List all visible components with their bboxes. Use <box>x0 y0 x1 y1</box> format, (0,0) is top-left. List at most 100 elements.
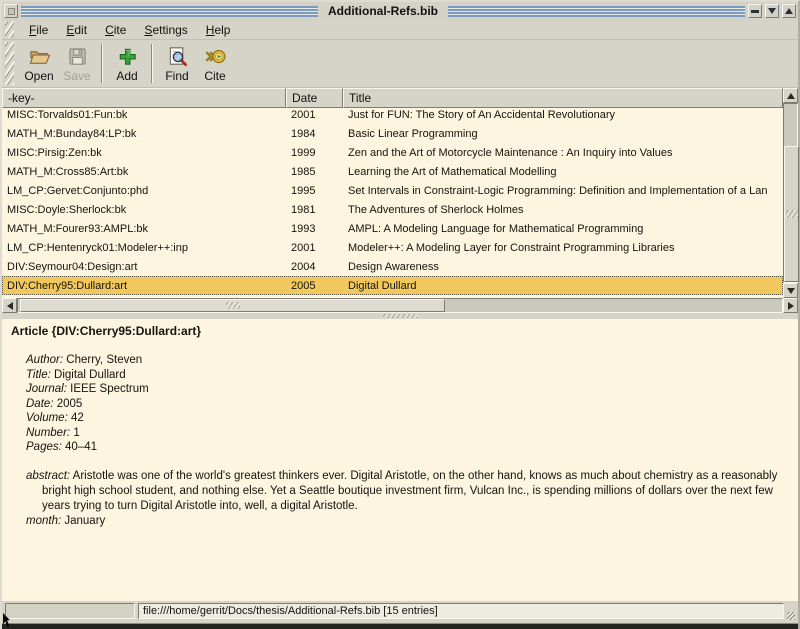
table-row[interactable]: MATH_M:Bunday84:LP:bk 1984 Basic Linear … <box>2 124 783 143</box>
scroll-down-button[interactable] <box>783 283 798 298</box>
application-window: Additional-Refs.bib FileEditCiteSettings… <box>0 0 800 629</box>
entry-field: Author: Cherry, Steven <box>26 353 789 368</box>
vertical-scroll-thumb[interactable] <box>784 146 799 282</box>
scroll-right-button[interactable] <box>783 298 798 313</box>
row-key: MISC:Doyle:Sherlock:bk <box>2 204 286 216</box>
table-row[interactable]: MISC:Torvalds01:Fun:bk 2001 Just for FUN… <box>2 108 783 124</box>
shade-button[interactable] <box>765 4 779 18</box>
entry-abstract: abstract: Aristotle was one of the world… <box>26 469 789 514</box>
find-button[interactable]: Find <box>158 41 196 86</box>
table-row[interactable]: MATH_M:Cross85:Art:bk 1985 Learning the … <box>2 162 783 181</box>
menu-item[interactable]: Edit <box>57 21 96 39</box>
field-value: 40–41 <box>65 441 97 453</box>
toolbar-separator <box>151 44 153 83</box>
window-bottom-edge <box>2 621 798 629</box>
toolbar: Open Save Add <box>2 40 798 88</box>
column-header-title[interactable]: Title <box>343 88 783 108</box>
row-title: Set Intervals in Constraint-Logic Progra… <box>343 185 783 197</box>
save-label: Save <box>63 69 90 83</box>
toolbar-drag-handle[interactable] <box>5 42 14 85</box>
add-button[interactable]: Add <box>108 41 146 86</box>
window-menu-icon <box>8 8 15 15</box>
table-row[interactable]: DIV:Seymour04:Design:art 2004 Design Awa… <box>2 257 783 276</box>
row-title: Zen and the Art of Motorcycle Maintenanc… <box>343 147 783 159</box>
row-date: 2001 <box>286 242 343 254</box>
entry-field: Volume: 42 <box>26 411 789 426</box>
row-key: MATH_M:Bunday84:LP:bk <box>2 128 286 140</box>
field-value: Cherry, Steven <box>66 354 142 366</box>
add-label: Add <box>116 69 137 83</box>
scroll-up-button[interactable] <box>783 88 798 103</box>
row-key: DIV:Seymour04:Design:art <box>2 261 286 273</box>
table-row[interactable]: MISC:Pirsig:Zen:bk 1999 Zen and the Art … <box>2 143 783 162</box>
row-date: 1985 <box>286 166 343 178</box>
horizontal-scroll-track[interactable] <box>17 298 783 313</box>
row-key: LM_CP:Hentenryck01:Modeler++:inp <box>2 242 286 254</box>
entry-month: month: January <box>26 514 789 529</box>
cite-button[interactable]: Cite <box>196 41 234 86</box>
titlebar[interactable]: Additional-Refs.bib <box>2 2 798 20</box>
titlebar-stripes <box>21 6 318 17</box>
entry-field: Date: 2005 <box>26 397 789 412</box>
table-row[interactable]: LM_CP:Hentenryck01:Modeler++:inp 2001 Mo… <box>2 238 783 257</box>
arrow-down-icon <box>787 288 795 294</box>
row-date: 2005 <box>286 280 343 292</box>
column-header-key[interactable]: -key- <box>2 88 286 108</box>
row-key: MISC:Torvalds01:Fun:bk <box>2 109 286 121</box>
field-value: Digital Dullard <box>54 369 126 381</box>
menu-item[interactable]: Help <box>197 21 240 39</box>
field-label: Volume: <box>26 412 68 424</box>
row-key: MISC:Pirsig:Zen:bk <box>2 147 286 159</box>
menu-item[interactable]: Settings <box>135 21 196 39</box>
minimize-button[interactable] <box>748 4 762 18</box>
table-row[interactable]: DIV:Cherry95:Dullard:art 2005 Digital Du… <box>2 276 783 295</box>
window-menu-button[interactable] <box>4 4 18 18</box>
arrow-right-icon <box>788 302 794 310</box>
open-button[interactable]: Open <box>20 41 58 86</box>
row-date: 2001 <box>286 109 343 121</box>
row-title: Modeler++: A Modeling Layer for Constrai… <box>343 242 783 254</box>
month-value: January <box>64 515 105 527</box>
table-row[interactable]: LM_CP:Gervet:Conjunto:phd 1995 Set Inter… <box>2 181 783 200</box>
row-title: Just for FUN: The Story of An Accidental… <box>343 109 783 121</box>
toolbar-separator <box>101 44 103 83</box>
save-button[interactable]: Save <box>58 41 96 86</box>
row-date: 1984 <box>286 128 343 140</box>
row-title: Basic Linear Programming <box>343 128 783 140</box>
vertical-scroll-track[interactable] <box>783 103 798 283</box>
scroll-left-button[interactable] <box>2 298 17 313</box>
resize-grip[interactable] <box>787 612 795 620</box>
maximize-button[interactable] <box>782 4 796 18</box>
row-key: LM_CP:Gervet:Conjunto:phd <box>2 185 286 197</box>
row-title: Learning the Art of Mathematical Modelli… <box>343 166 783 178</box>
arrow-left-icon <box>7 302 13 310</box>
window-title: Additional-Refs.bib <box>321 4 445 18</box>
table-row[interactable]: MATH_M:Fourer93:AMPL:bk 1993 AMPL: A Mod… <box>2 219 783 238</box>
menu-item[interactable]: Cite <box>96 21 135 39</box>
horizontal-scroll-thumb[interactable] <box>20 299 445 312</box>
row-date: 1993 <box>286 223 343 235</box>
row-date: 1999 <box>286 147 343 159</box>
field-value: 42 <box>71 412 84 424</box>
minimize-icon <box>751 10 759 13</box>
row-date: 2004 <box>286 261 343 273</box>
add-plus-icon <box>116 45 139 68</box>
open-folder-icon <box>28 45 51 68</box>
menubar-drag-handle[interactable] <box>5 21 14 38</box>
thumb-grip-icon <box>226 302 240 309</box>
table-row[interactable]: MISC:Doyle:Sherlock:bk 1981 The Adventur… <box>2 200 783 219</box>
menu-item[interactable]: File <box>20 21 57 39</box>
horizontal-scrollbar[interactable] <box>2 298 798 313</box>
entry-field: Title: Digital Dullard <box>26 368 789 383</box>
entry-detail-pane: Article {DIV:Cherry95:Dullard:art} Autho… <box>2 319 798 601</box>
titlebar-stripes <box>448 6 745 17</box>
field-label: Number: <box>26 427 70 439</box>
reference-table: -key- Date Title MISC:Torvalds01:Fun:bk … <box>2 88 798 298</box>
column-header-date[interactable]: Date <box>286 88 343 108</box>
field-label: Author: <box>26 354 63 366</box>
vertical-scrollbar[interactable] <box>783 88 798 298</box>
status-text: file:///home/gerrit/Docs/thesis/Addition… <box>138 603 784 619</box>
field-label: Date: <box>26 398 54 410</box>
maximize-up-icon <box>785 8 793 14</box>
row-date: 1981 <box>286 204 343 216</box>
